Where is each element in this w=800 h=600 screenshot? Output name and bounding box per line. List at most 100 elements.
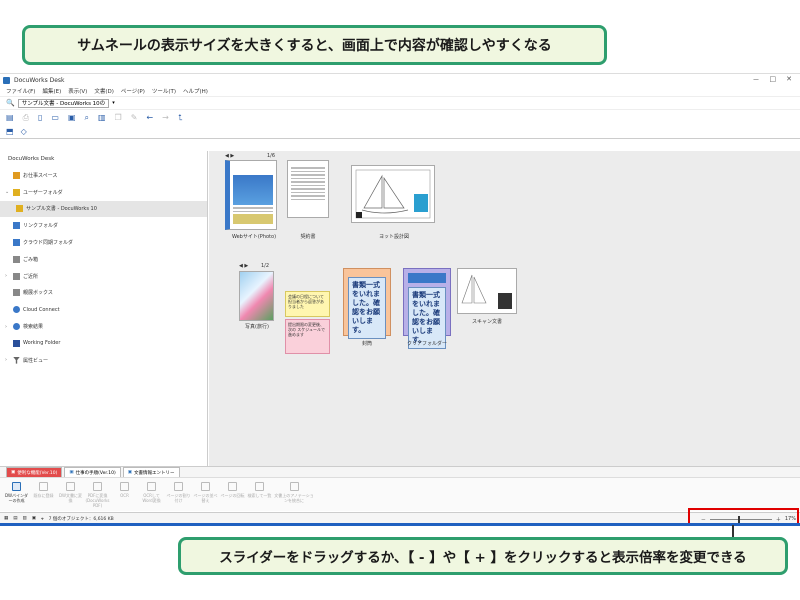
menu-help[interactable]: ヘルプ(H) [183, 87, 208, 95]
sidebar-item-attribute-view[interactable]: › 属性ビュー [0, 352, 207, 369]
page-nav-arrows[interactable]: ◀ ▶ [239, 263, 248, 269]
tab-label: 仕事の手順(Ver.10) [75, 470, 116, 476]
menu-file[interactable]: ファイル(F) [6, 87, 35, 95]
action-ocr-word[interactable]: OCRしてWord変換 [139, 478, 164, 511]
forward-arrow-icon[interactable]: → [162, 113, 169, 122]
tab-work-procedure[interactable]: ▣ 仕事の手順(Ver.10) [64, 467, 121, 477]
magnifier-icon[interactable]: 🔍 [6, 99, 15, 107]
envelope-thumbnail[interactable]: 書類一式をいれました。確認をお願いします。 [343, 268, 391, 339]
sticky-note-pink[interactable]: 提出期限の変更後、次の スケジュールで進めます [285, 319, 330, 354]
title-bar: DocuWorks Desk － □ ✕ [0, 74, 800, 86]
up-folder-icon[interactable]: ⮤ [178, 113, 183, 123]
yacht-drawing [355, 169, 431, 219]
sidebar-item-link-folder[interactable]: リンクフォルダ [0, 217, 207, 234]
clear-folder-thumbnail[interactable]: 書類一式をいれました。確認をお願いします。 [403, 268, 451, 349]
address-combo[interactable]: サンプル文書 - DocuWorks 10の [17, 98, 110, 108]
minimize-icon[interactable]: － [753, 75, 760, 85]
list-view-icon[interactable]: ▣ [68, 113, 76, 122]
sticky-note-text: 提出期限の変更後、次の スケジュールで進めます [288, 322, 325, 337]
sidebar-item-label: サンプル文書 - DocuWorks 10 [26, 206, 97, 213]
tag-icon[interactable]: ◇ [21, 127, 27, 136]
trash-icon [13, 255, 20, 263]
sidebar-item-label: ユーザーフォルダ [23, 189, 63, 196]
callout-top: サムネールの表示サイズを大きくすると、画面上で内容が確認しやすくなる [22, 25, 607, 65]
layout-icon [174, 482, 183, 491]
sidebar-item-working-folder[interactable]: Working Folder [0, 335, 207, 352]
sidebar-item-sample-docs[interactable]: サンプル文書 - DocuWorks 10 [0, 200, 207, 218]
view-mode-icon[interactable]: ▣ [32, 516, 36, 521]
action-page-reorder[interactable]: ページの並べ替え [193, 478, 218, 511]
rotate-icon [228, 482, 237, 491]
view-mode-icon[interactable]: ▦ [4, 516, 8, 521]
menu-page[interactable]: ページ(P) [121, 87, 145, 95]
expand-right-icon[interactable]: › [5, 357, 10, 363]
working-folder-icon [13, 339, 20, 347]
view-mode-icon[interactable]: ▤ [13, 516, 17, 521]
sidebar-item-cloud-connect[interactable]: Cloud Connect [0, 301, 207, 318]
callout-bottom: スライダーをドラッグするか、【 - 】や【 + 】をクリックすると表示倍率を変更… [178, 537, 788, 575]
action-search-list[interactable]: 検索して一覧 [247, 478, 272, 511]
new-doc-icon[interactable]: ▯ [38, 113, 42, 122]
chevron-down-icon[interactable]: ▾ [112, 100, 115, 106]
close-icon[interactable]: ✕ [786, 75, 792, 85]
sticky-note-yellow[interactable]: 会議の日程について 担当者から返答がありました [285, 291, 330, 317]
network-icon [13, 272, 20, 280]
tab-label: 文書情報エントリー [134, 470, 175, 476]
menu-document[interactable]: 文書(D) [94, 87, 114, 95]
viewer-icon[interactable]: ▤ [6, 113, 14, 122]
binder-thumbnail-website[interactable] [225, 160, 277, 230]
thumbnail-label: クリアフォルダー [406, 341, 447, 347]
binder-thumbnail-photos[interactable] [239, 271, 274, 321]
view-mode-icon[interactable]: ▥ [23, 516, 27, 521]
thumbnail-label: ヨット設計図 [378, 234, 409, 240]
pdf-icon [93, 482, 102, 491]
expand-right-icon[interactable]: › [5, 324, 10, 330]
page-nav-arrows[interactable]: ◀ ▶ [225, 153, 234, 159]
menu-edit[interactable]: 編集(E) [42, 87, 61, 95]
envelope-text: 書類一式をいれました。確認をお願いします。 [348, 277, 386, 339]
expand-right-icon[interactable]: › [5, 273, 10, 279]
action-convert-pdf[interactable]: PDFに変換(DocuWorks PDF) [85, 478, 110, 511]
pin-icon[interactable]: ⌖ [41, 516, 44, 522]
action-page-rotate[interactable]: ページの回転 [220, 478, 245, 511]
back-arrow-icon[interactable]: ← [146, 113, 153, 122]
action-convert-dw[interactable]: DW文書に変換 [58, 478, 83, 511]
sidebar-item-user-folder[interactable]: ⌄ ユーザーフォルダ [0, 184, 207, 201]
action-ocr[interactable]: OCR [112, 478, 137, 511]
cloud-icon [13, 306, 20, 314]
thumbnail-view-icon[interactable]: ▭ [51, 113, 59, 122]
annotation-icon[interactable]: ✎ [131, 113, 138, 122]
action-register[interactable]: 既存に登録 [31, 478, 56, 511]
thumbnail-label: Webサイト(Photo) [231, 234, 277, 240]
action-create-binder[interactable]: DWバインダーの作成 [4, 478, 29, 511]
menu-tools[interactable]: ツール(T) [152, 87, 176, 95]
tray-icon[interactable]: ⬒ [6, 127, 14, 136]
sidebar-item-workspace[interactable]: お仕事スペース [0, 167, 207, 184]
search-icon[interactable]: ⌕ [85, 113, 89, 123]
sidebar-item-search-results[interactable]: › 検索結果 [0, 318, 207, 335]
tab-doc-info-entry[interactable]: ▣ 文書情報エントリー [122, 467, 180, 477]
sidebar-item-confidential-box[interactable]: 親展ボックス [0, 285, 207, 302]
print-icon[interactable]: ⎙ [23, 113, 29, 123]
expand-down-icon[interactable]: ⌄ [5, 189, 10, 195]
binder-icon[interactable]: ▥ [98, 113, 106, 122]
maximize-icon[interactable]: □ [770, 75, 777, 85]
action-bar: DWバインダーの作成 既存に登録 DW文書に変換 PDFに変換(DocuWork… [0, 477, 800, 511]
doc-thumbnail-yacht-blueprint[interactable] [351, 165, 435, 223]
sidebar-item-trash[interactable]: ごみ箱 [0, 251, 207, 268]
copy-icon[interactable]: ❐ [115, 113, 122, 122]
sidebar-item-neighbors[interactable]: › ご近所 [0, 268, 207, 285]
thumbnail-label: 封筒 [361, 341, 372, 347]
docuworks-window: DocuWorks Desk － □ ✕ ファイル(F) 編集(E) 表示(V)… [0, 73, 800, 524]
action-label: 文書上のアノテーションを統合に [274, 493, 314, 503]
action-label: ページの並べ替え [193, 493, 218, 503]
menu-view[interactable]: 表示(V) [68, 87, 87, 95]
action-label: OCRしてWord変換 [142, 493, 161, 503]
doc-thumbnail-contract[interactable] [287, 160, 329, 218]
sidebar-item-cloud-sync[interactable]: クラウド同期フォルダ [0, 234, 207, 251]
sidebar-item-label: ごみ箱 [23, 256, 39, 263]
tab-useful-features[interactable]: ▣ 便利な機能(Ver.10) [6, 467, 63, 477]
action-page-layout[interactable]: ページの割り付け [166, 478, 191, 511]
doc-thumbnail-scan[interactable] [457, 268, 517, 314]
action-merge-annotation[interactable]: 文書上のアノテーションを統合に [274, 478, 314, 511]
